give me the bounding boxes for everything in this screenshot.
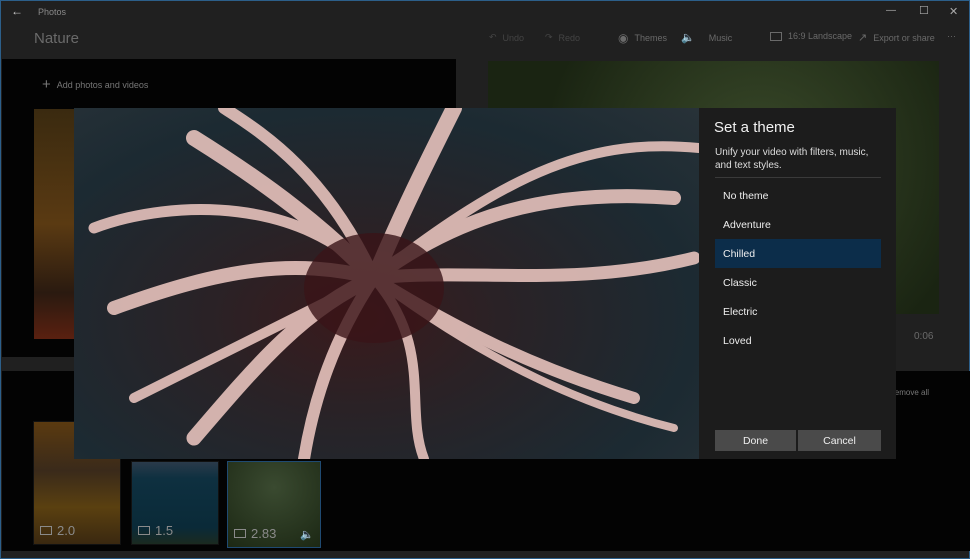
redo-button[interactable]: Redo <box>559 33 581 43</box>
done-button[interactable]: Done <box>715 430 796 451</box>
audio-icon: 🔈 <box>300 529 314 541</box>
video-icon <box>234 529 246 538</box>
theme-option-electric[interactable]: Electric <box>715 297 881 326</box>
palette-icon: ◉ <box>618 31 629 45</box>
undo-icon: ↶ <box>489 32 497 42</box>
maximize-button[interactable]: ☐ <box>919 4 929 17</box>
music-button[interactable]: 🔈 Music <box>681 31 732 44</box>
themes-button[interactable]: ◉ Themes <box>618 31 667 45</box>
dialog-description: Unify your video with filters, music, an… <box>715 147 869 171</box>
undo-button[interactable]: Undo <box>503 33 525 43</box>
redo-icon: ↷ <box>545 32 553 42</box>
preview-time: 0:06 <box>914 331 934 342</box>
share-icon: ↗ <box>858 32 868 44</box>
more-button[interactable]: ··· <box>947 31 956 41</box>
dialog-title: Set a theme <box>714 119 795 136</box>
theme-dialog: Set a theme Unify your video with filter… <box>699 108 896 459</box>
theme-option-no-theme[interactable]: No theme <box>715 181 881 210</box>
plus-icon: + <box>42 76 51 93</box>
theme-list: No theme Adventure Chilled Classic Elect… <box>715 181 881 355</box>
aspect-icon <box>770 31 782 41</box>
theme-option-classic[interactable]: Classic <box>715 268 881 297</box>
theme-option-adventure[interactable]: Adventure <box>715 210 881 239</box>
image-icon <box>40 526 52 535</box>
app-title: Photos <box>38 7 67 17</box>
aspect-ratio-button[interactable]: 16:9 Landscape <box>770 31 852 41</box>
theme-option-chilled[interactable]: Chilled <box>715 239 881 268</box>
speaker-icon: 🔈 <box>681 32 695 44</box>
export-button[interactable]: ↗ Export or share <box>858 31 935 44</box>
theme-preview-video <box>74 108 699 459</box>
theme-option-loved[interactable]: Loved <box>715 326 881 355</box>
cancel-button[interactable]: Cancel <box>798 430 881 451</box>
add-photos-button[interactable]: + Add photos and videos <box>42 76 148 93</box>
project-title[interactable]: Nature <box>34 30 79 47</box>
close-button[interactable]: ✕ <box>949 5 958 18</box>
sea-anemone-image <box>88 108 699 459</box>
minimize-button[interactable]: — <box>886 5 896 16</box>
back-button[interactable]: ← <box>11 4 23 18</box>
image-icon <box>138 526 150 535</box>
storyboard-item[interactable]: 1.5 <box>131 461 219 545</box>
storyboard-item[interactable]: 2.83 🔈 <box>227 461 321 548</box>
